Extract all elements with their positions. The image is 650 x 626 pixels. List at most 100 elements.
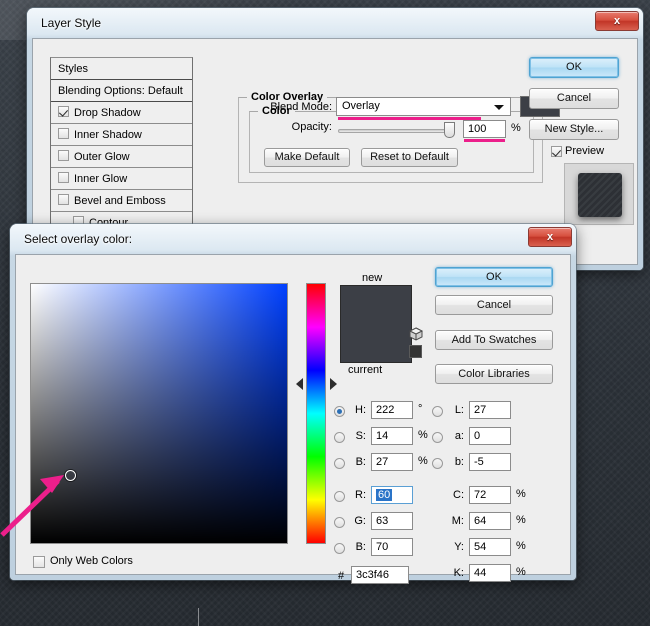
chevron-down-icon <box>494 105 504 110</box>
checkbox-inner-glow[interactable] <box>58 172 69 183</box>
hue-unit: ° <box>418 403 423 415</box>
layer-style-title: Layer Style <box>41 16 102 30</box>
style-row[interactable]: Blending Options: Default <box>51 80 192 102</box>
hue-marker-right-icon[interactable] <box>330 378 337 390</box>
add-to-swatches-button[interactable]: Add To Swatches <box>435 330 553 350</box>
style-label: Bevel and Emboss <box>74 195 166 207</box>
red-input[interactable]: 60 <box>371 486 413 504</box>
saturation-input[interactable]: 14 <box>371 427 413 445</box>
lab-a-label: a: <box>454 430 464 442</box>
hue-slider[interactable] <box>306 283 326 544</box>
saturation-value: 14 <box>376 430 389 442</box>
style-row-inner-glow[interactable]: Inner Glow <box>51 168 192 190</box>
lab-l-value: 27 <box>474 404 487 416</box>
layer-style-ok-button[interactable]: OK <box>529 57 619 78</box>
checkbox-outer-glow[interactable] <box>58 150 69 161</box>
saturation-label: S: <box>355 430 366 442</box>
lab-b-value: -5 <box>474 456 484 468</box>
green-input[interactable]: 63 <box>371 512 413 530</box>
blend-mode-highlight <box>338 117 481 120</box>
black-input[interactable]: 44 <box>469 564 511 582</box>
brightness-label: B: <box>355 456 366 468</box>
magenta-label: M: <box>451 515 464 527</box>
red-value: 60 <box>376 489 393 501</box>
saturation-value-field[interactable] <box>30 283 288 544</box>
opacity-slider-track[interactable] <box>338 129 453 133</box>
hex-value: 3c3f46 <box>356 569 390 581</box>
checkbox-bevel-and-emboss[interactable] <box>58 194 69 205</box>
style-label: Inner Shadow <box>74 129 142 141</box>
preview-box <box>564 163 634 225</box>
checkbox-preview[interactable] <box>551 146 562 157</box>
hue-marker-left-icon[interactable] <box>296 378 303 390</box>
color-picker-title: Select overlay color: <box>24 232 133 246</box>
desktop-divider <box>198 608 199 626</box>
checkbox-only-web-colors[interactable] <box>33 556 45 568</box>
preview-thumbnail <box>578 173 622 217</box>
green-label: G: <box>354 515 366 527</box>
saturation-unit: % <box>418 429 428 441</box>
checkbox-drop-shadow[interactable] <box>58 106 69 117</box>
lab-a-value: 0 <box>474 430 481 442</box>
black-value: 44 <box>474 567 487 579</box>
lab-l-label: L: <box>454 404 464 416</box>
color-picker-cursor[interactable] <box>65 470 76 481</box>
brightness-value: 27 <box>376 456 389 468</box>
cyan-label: C: <box>453 489 464 501</box>
close-icon[interactable]: x <box>595 11 639 31</box>
checkbox-inner-shadow[interactable] <box>58 128 69 139</box>
style-row-bevel-and-emboss[interactable]: Bevel and Emboss <box>51 190 192 212</box>
style-row-outer-glow[interactable]: Outer Glow <box>51 146 192 168</box>
opacity-highlight <box>464 139 505 142</box>
blue-value: 70 <box>376 541 389 553</box>
new-color-label: new <box>362 272 383 284</box>
yellow-input[interactable]: 54 <box>469 538 511 556</box>
cyan-input[interactable]: 72 <box>469 486 511 504</box>
hue-label: H: <box>355 404 366 416</box>
cyan-value: 72 <box>474 489 487 501</box>
new-current-color-swatch <box>340 285 412 363</box>
make-default-button[interactable]: Make Default <box>264 148 350 167</box>
magenta-value: 64 <box>474 515 487 527</box>
color-libraries-button[interactable]: Color Libraries <box>435 364 553 384</box>
reset-to-default-button[interactable]: Reset to Default <box>361 148 458 167</box>
close-icon[interactable]: x <box>528 227 572 247</box>
blend-mode-value: Overlay <box>342 100 380 112</box>
hue-input[interactable]: 222 <box>371 401 413 419</box>
new-style-button[interactable]: New Style... <box>529 119 619 140</box>
hex-input[interactable]: 3c3f46 <box>351 566 409 584</box>
style-label: Outer Glow <box>74 151 130 163</box>
style-label: Styles <box>58 63 88 75</box>
lab-b-input[interactable]: -5 <box>469 453 511 471</box>
preview-label: Preview <box>565 145 605 157</box>
web-safe-color-swatch[interactable] <box>409 345 422 358</box>
blend-mode-select[interactable]: Overlay <box>336 97 511 116</box>
cyan-unit: % <box>516 488 526 500</box>
lab-b-label: b: <box>454 456 464 468</box>
opacity-label: Opacity: <box>291 121 332 133</box>
picker-cancel-button[interactable]: Cancel <box>435 295 553 315</box>
yellow-value: 54 <box>474 541 487 553</box>
lab-l-input[interactable]: 27 <box>469 401 511 419</box>
style-row-drop-shadow[interactable]: Drop Shadow <box>51 102 192 124</box>
brightness-unit: % <box>418 455 428 467</box>
brightness-input[interactable]: 27 <box>371 453 413 471</box>
yellow-label: Y: <box>454 541 464 553</box>
layer-style-cancel-button[interactable]: Cancel <box>529 88 619 109</box>
black-label: K: <box>453 567 464 579</box>
lab-a-input[interactable]: 0 <box>469 427 511 445</box>
cube-icon[interactable] <box>409 327 423 341</box>
style-row-inner-shadow[interactable]: Inner Shadow <box>51 124 192 146</box>
green-value: 63 <box>376 515 389 527</box>
picker-ok-button[interactable]: OK <box>435 267 553 287</box>
hue-value: 222 <box>376 404 395 416</box>
hex-symbol: # <box>338 570 345 582</box>
style-row[interactable]: Styles <box>51 58 192 80</box>
magenta-input[interactable]: 64 <box>469 512 511 530</box>
opacity-input[interactable]: 100 <box>463 120 506 138</box>
black-unit: % <box>516 566 526 578</box>
blue-input[interactable]: 70 <box>371 538 413 556</box>
opacity-slider-thumb[interactable] <box>444 122 455 138</box>
blue-label: B: <box>355 541 366 553</box>
only-web-colors-label: Only Web Colors <box>50 555 133 567</box>
